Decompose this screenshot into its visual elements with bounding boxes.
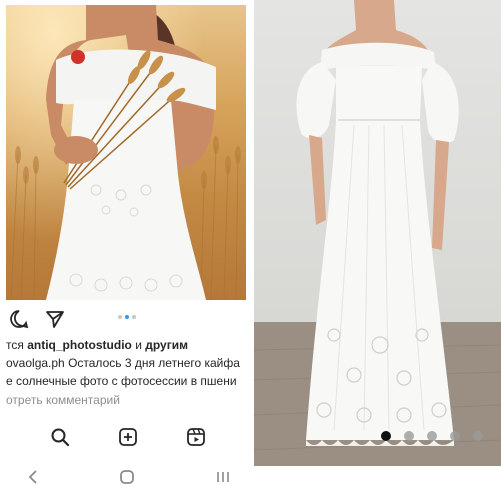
- carousel-dot[interactable]: [427, 431, 437, 441]
- carousel-dot-active[interactable]: [381, 431, 391, 441]
- likes-prefix: тся: [6, 338, 24, 352]
- send-icon[interactable]: [44, 308, 66, 330]
- carousel-dot[interactable]: [132, 315, 136, 319]
- likes-and: и: [135, 338, 142, 352]
- caption-username[interactable]: ovaolga.ph: [6, 356, 65, 370]
- carousel-dot[interactable]: [404, 431, 414, 441]
- home-icon[interactable]: [116, 466, 138, 488]
- reels-icon[interactable]: [185, 426, 207, 448]
- carousel-dot-active[interactable]: [125, 315, 129, 319]
- product-carousel-indicator: [381, 431, 483, 441]
- caption-line-2: е солнечные фото с фотосессии в пшени: [6, 374, 237, 388]
- search-icon[interactable]: [49, 426, 71, 448]
- likes-line: тся antiq_photostudio и другим: [6, 338, 188, 352]
- add-post-icon[interactable]: [117, 426, 139, 448]
- carousel-dot[interactable]: [473, 431, 483, 441]
- post-photo[interactable]: [6, 5, 246, 300]
- product-photo[interactable]: [254, 0, 501, 466]
- view-comments-link[interactable]: отреть комментарий: [6, 393, 120, 407]
- post-action-bar: [6, 306, 246, 332]
- likes-username-link[interactable]: antiq_photostudio: [27, 338, 132, 352]
- caption-line-1: ovaolga.ph Осталось 3 дня летнего кайфа: [6, 356, 240, 370]
- instagram-post-screen: тся antiq_photostudio и другим ovaolga.p…: [0, 0, 250, 500]
- white-dress-photo: [254, 0, 501, 466]
- post-carousel-indicator: [118, 315, 136, 319]
- caption-text: Осталось 3 дня летнего кайфа: [68, 356, 240, 370]
- likes-others-link[interactable]: другим: [145, 338, 188, 352]
- carousel-dot[interactable]: [118, 315, 122, 319]
- comment-icon[interactable]: [8, 308, 30, 330]
- back-icon[interactable]: [22, 466, 44, 488]
- instagram-bottom-nav: [0, 422, 250, 452]
- recents-icon[interactable]: [212, 466, 234, 488]
- carousel-dot[interactable]: [450, 431, 460, 441]
- android-system-nav: [0, 465, 250, 489]
- wheat-field-dress-photo: [10, 5, 241, 300]
